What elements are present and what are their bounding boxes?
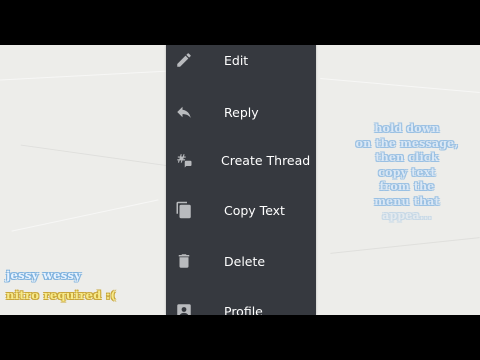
profile-icon: [174, 301, 194, 315]
menu-item-label: Edit: [224, 52, 249, 68]
menu-item-delete[interactable]: Delete: [166, 241, 316, 281]
instruction-line: copy text: [378, 165, 436, 179]
crumpled-paper-background: Edit Reply Create Thread Copy Text Delet…: [0, 45, 480, 315]
menu-item-profile[interactable]: Profile: [166, 291, 316, 315]
menu-item-create-thread[interactable]: Create Thread: [166, 140, 316, 180]
instruction-line: on the message,: [355, 136, 459, 150]
instruction-line: then click: [375, 151, 439, 164]
copy-icon: [174, 200, 194, 220]
instruction-line-faded: appea...: [382, 209, 432, 222]
thread-icon: [174, 150, 194, 170]
menu-item-reply[interactable]: Reply: [166, 92, 316, 132]
instruction-line: menu that: [374, 194, 440, 208]
menu-item-label: Delete: [224, 253, 266, 269]
message-context-menu: Edit Reply Create Thread Copy Text Delet…: [166, 45, 316, 315]
menu-item-label: Reply: [224, 104, 259, 120]
menu-item-copy-text[interactable]: Copy Text: [166, 190, 316, 230]
trash-icon: [174, 251, 194, 271]
instruction-note: hold down on the message, then click cop…: [332, 122, 480, 224]
instruction-line: from the: [379, 180, 435, 193]
instruction-line: hold down: [374, 122, 440, 135]
menu-item-label: Profile: [224, 303, 263, 316]
pencil-icon: [174, 50, 194, 70]
reply-icon: [174, 102, 194, 122]
menu-item-label: Create Thread: [221, 152, 311, 168]
menu-item-edit[interactable]: Edit: [166, 45, 316, 80]
credit-name: jessy wessy: [6, 268, 82, 282]
menu-item-label: Copy Text: [224, 202, 285, 218]
credit-note: nitro required :(: [6, 288, 117, 302]
